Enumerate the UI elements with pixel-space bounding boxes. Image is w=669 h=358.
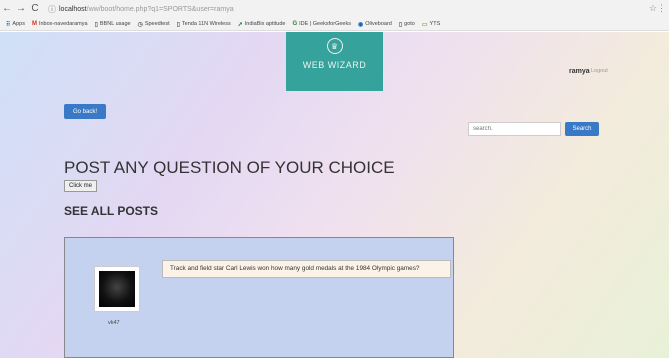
section-heading: SEE ALL POSTS bbox=[64, 204, 159, 218]
posts-panel: vk47 Track and field star Carl Lewis won… bbox=[64, 237, 454, 358]
logout-link[interactable]: Logout bbox=[591, 68, 608, 74]
search-button[interactable]: Search bbox=[565, 122, 599, 136]
post-question[interactable]: Track and field star Carl Lewis won how … bbox=[162, 260, 451, 278]
menu-dots-icon[interactable]: ⋮ bbox=[657, 3, 666, 14]
bookmark-apps[interactable]: ⠿ Apps bbox=[6, 21, 25, 28]
page-icon: ▯ bbox=[94, 21, 98, 28]
logo-text: WEB WIZARD bbox=[302, 60, 367, 70]
gmail-icon: M bbox=[31, 21, 37, 27]
url-path: /ww/boot/home.php?q1=SPORTS&user=ramya bbox=[86, 5, 234, 13]
bookmark-yts[interactable]: ▭ YTS bbox=[422, 21, 440, 28]
oliveboard-icon: ◉ bbox=[357, 21, 364, 28]
indiabix-icon: ➚ bbox=[237, 21, 243, 28]
search-input[interactable] bbox=[468, 122, 561, 136]
speedometer-icon: ◷ bbox=[137, 21, 143, 28]
folder-icon: ▭ bbox=[421, 21, 428, 28]
geeksforgeeks-icon: G bbox=[292, 21, 298, 27]
click-me-button[interactable]: Click me bbox=[64, 180, 97, 192]
bookmark-goto[interactable]: ▯ goto bbox=[399, 21, 415, 28]
info-icon[interactable]: ⓘ bbox=[48, 4, 56, 15]
post-author: vk47 bbox=[108, 320, 120, 326]
page-icon: ▯ bbox=[176, 21, 180, 28]
page-icon: ▯ bbox=[398, 21, 403, 28]
site-logo[interactable]: ♛ WEB WIZARD bbox=[286, 32, 383, 91]
bookmark-speedtest[interactable]: ◷ Speedtest bbox=[138, 21, 170, 28]
avatar[interactable] bbox=[94, 266, 140, 312]
bookmark-gmail[interactable]: M Inbox-navedaramya bbox=[32, 21, 88, 27]
bookmark-bbnl[interactable]: ▯ BBNL usage bbox=[95, 21, 131, 28]
avatar-image bbox=[99, 271, 135, 307]
bookmark-indiabix[interactable]: ➚ IndiaBix aptitude bbox=[238, 21, 286, 28]
logo-emblem-icon: ♛ bbox=[326, 38, 343, 54]
reload-icon[interactable]: C bbox=[28, 0, 42, 18]
bookmark-geeksforgeeks[interactable]: G IDE | GeeksforGeeks bbox=[292, 21, 351, 27]
browser-address-bar: ← → C ⓘ localhost/ww/boot/home.php?q1=SP… bbox=[0, 0, 669, 18]
forward-arrow-icon[interactable]: → bbox=[14, 0, 28, 18]
page-title: POST ANY QUESTION OF YOUR CHOICE bbox=[64, 158, 395, 177]
bookmark-oliveboard[interactable]: ◉ Oliveboard bbox=[358, 21, 392, 28]
bookmark-tenda[interactable]: ▯ Tenda 11N Wireless bbox=[177, 21, 231, 28]
apps-grid-icon: ⠿ bbox=[6, 21, 11, 28]
url-field[interactable]: localhost/ww/boot/home.php?q1=SPORTS&use… bbox=[59, 6, 234, 13]
page-body: ♛ WEB WIZARD ramya Logout Go back! Searc… bbox=[0, 32, 669, 358]
back-arrow-icon[interactable]: ← bbox=[0, 0, 14, 18]
bookmark-star-icon[interactable]: ☆ bbox=[649, 3, 657, 14]
go-back-button[interactable]: Go back! bbox=[64, 104, 106, 119]
url-host: localhost bbox=[59, 5, 87, 13]
current-user-name: ramya bbox=[569, 68, 590, 75]
bookmarks-bar: ⠿ Apps M Inbox-navedaramya ▯ BBNL usage ◷ Sp… bbox=[0, 18, 669, 31]
